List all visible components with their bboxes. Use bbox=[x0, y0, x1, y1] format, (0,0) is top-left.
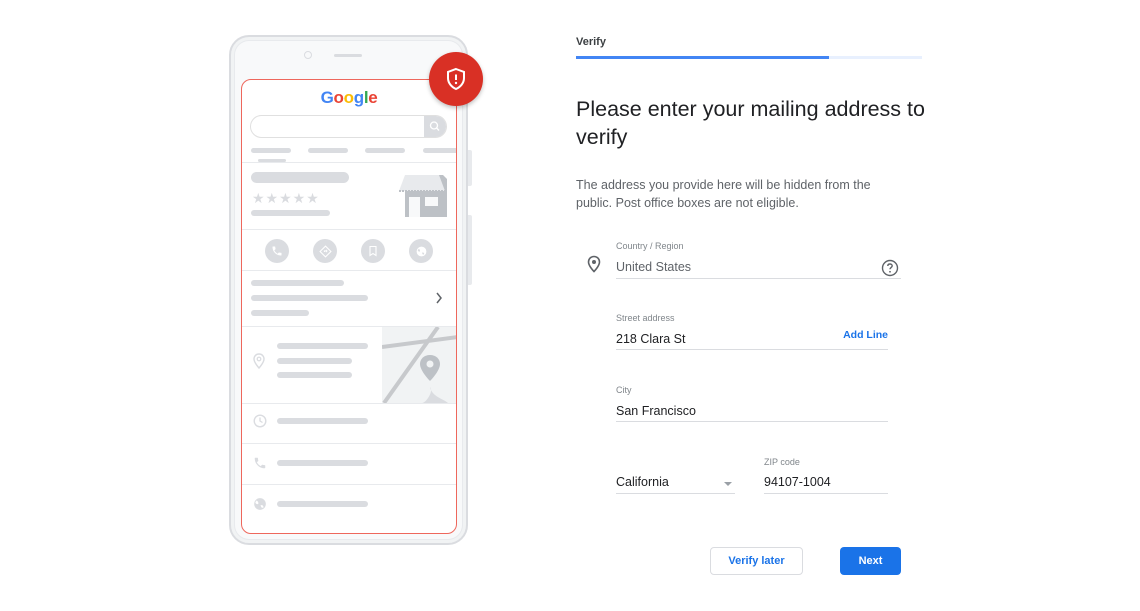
address-line-placeholder bbox=[277, 358, 352, 364]
country-label: Country / Region bbox=[616, 241, 684, 251]
divider bbox=[242, 229, 456, 230]
help-circle-icon[interactable] bbox=[881, 259, 899, 277]
divider bbox=[242, 162, 456, 163]
zip-code-label: ZIP code bbox=[764, 457, 800, 467]
logo-letter: o bbox=[333, 88, 344, 107]
logo-letter: o bbox=[343, 88, 354, 107]
state-select[interactable]: California bbox=[616, 470, 735, 494]
country-value: United States bbox=[616, 260, 692, 274]
address-line-placeholder bbox=[277, 372, 352, 378]
state-value: California bbox=[616, 475, 669, 489]
chevron-right-icon bbox=[436, 292, 442, 304]
search-bar-illustration bbox=[250, 115, 447, 138]
search-icon bbox=[429, 121, 440, 131]
page-title: Please enter your mailing address to ver… bbox=[576, 97, 925, 149]
map-thumbnail bbox=[382, 327, 456, 403]
city-label: City bbox=[616, 385, 632, 395]
divider bbox=[242, 484, 456, 485]
logo-letter: G bbox=[320, 88, 334, 107]
phone-side-button bbox=[468, 150, 472, 186]
business-category-placeholder bbox=[251, 210, 330, 216]
tab-placeholder bbox=[423, 148, 456, 153]
address-line-placeholder bbox=[277, 343, 368, 349]
add-line-button[interactable]: Add Line bbox=[843, 329, 888, 341]
phone-icon bbox=[254, 457, 266, 469]
tab-placeholder bbox=[308, 148, 348, 153]
street-address-value: 218 Clara St bbox=[616, 332, 686, 346]
divider bbox=[242, 270, 456, 271]
zip-code-field[interactable]: ZIP code 94107-1004 bbox=[764, 454, 888, 494]
street-address-label: Street address bbox=[616, 313, 675, 323]
location-pin-icon bbox=[253, 353, 265, 369]
tab-placeholder bbox=[251, 148, 291, 153]
globe-icon bbox=[254, 498, 266, 510]
security-badge bbox=[429, 52, 483, 106]
text-placeholder bbox=[251, 310, 309, 316]
website-placeholder bbox=[277, 501, 368, 507]
phone-speaker bbox=[334, 54, 362, 57]
city-field[interactable]: City San Francisco bbox=[616, 382, 888, 422]
phone-number-placeholder bbox=[277, 460, 368, 466]
storefront-icon bbox=[399, 175, 447, 217]
step-label: Verify bbox=[576, 36, 606, 48]
search-button-illustration bbox=[424, 116, 446, 137]
phone-camera bbox=[304, 51, 312, 59]
rating-stars: ★★★★★ bbox=[252, 190, 320, 206]
business-name-placeholder bbox=[251, 172, 349, 183]
phone-volume-button bbox=[468, 215, 472, 285]
google-logo: Google bbox=[242, 88, 456, 108]
text-placeholder bbox=[251, 280, 344, 286]
text-placeholder bbox=[251, 295, 368, 301]
page-description: The address you provide here will be hid… bbox=[576, 178, 871, 210]
clock-icon bbox=[253, 414, 267, 428]
logo-letter: e bbox=[368, 88, 378, 107]
progress-fill bbox=[576, 56, 829, 59]
dropdown-arrow-icon bbox=[724, 482, 732, 486]
divider bbox=[242, 443, 456, 444]
next-button[interactable]: Next bbox=[840, 547, 901, 575]
progress-bar bbox=[576, 56, 922, 59]
website-action-icon bbox=[409, 239, 433, 263]
logo-letter: g bbox=[353, 88, 364, 107]
divider bbox=[242, 403, 456, 404]
location-pin-icon bbox=[587, 255, 601, 273]
street-address-field[interactable]: Street address 218 Clara St Add Line bbox=[616, 310, 888, 350]
zip-code-value: 94107-1004 bbox=[764, 475, 831, 489]
tab-placeholder bbox=[365, 148, 405, 153]
phone-screen-highlight: Google ★★★★★ bbox=[241, 79, 457, 534]
city-value: San Francisco bbox=[616, 404, 696, 418]
shield-alert-icon bbox=[447, 67, 465, 91]
save-action-icon bbox=[361, 239, 385, 263]
call-action-icon bbox=[265, 239, 289, 263]
directions-action-icon bbox=[313, 239, 337, 263]
verify-later-button[interactable]: Verify later bbox=[710, 547, 803, 575]
country-field[interactable]: Country / Region United States bbox=[616, 238, 901, 279]
hours-placeholder bbox=[277, 418, 368, 424]
